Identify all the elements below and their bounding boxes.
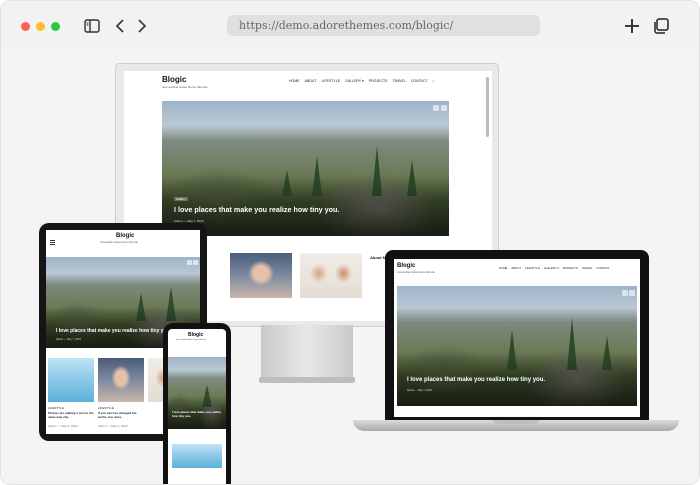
slider-prev-icon[interactable] (433, 105, 439, 111)
hero-category-tag[interactable]: Gallery (174, 197, 188, 201)
hero-title[interactable]: I love places that make you realize how … (56, 328, 171, 334)
site-tagline: Just another Adore Demo Site site (100, 241, 138, 244)
laptop-device: Blogic Just another Adore Demo Site site… (385, 250, 649, 420)
post-thumbnail[interactable] (300, 253, 362, 298)
nav-item-gallery[interactable]: GALLERY ▾ (544, 266, 559, 270)
card-meta: Admin — May 3, 2023 (48, 424, 78, 428)
hero-title[interactable]: I love places that make you realize how … (174, 205, 339, 214)
zoom-window-button[interactable] (51, 22, 60, 31)
post-thumbnail[interactable] (98, 358, 144, 402)
hero-image: I love places that make you realize how … (397, 286, 637, 406)
site-logo: Blogic (188, 332, 204, 338)
hero-meta: Admin — May 7, 2023 (56, 338, 81, 341)
post-thumbnail[interactable] (230, 253, 292, 298)
close-window-button[interactable] (21, 22, 30, 31)
laptop-screen: Blogic Just another Adore Demo Site site… (394, 259, 640, 417)
slider-prev-icon[interactable] (622, 290, 628, 296)
nav-item-travel[interactable]: TRAVEL (582, 266, 593, 270)
hero-meta: Admin — May 7, 2023 (407, 389, 432, 392)
nav-item-lifestyle[interactable]: LIFESTYLE (322, 79, 340, 83)
about-widget-title: About M (370, 255, 386, 260)
address-bar[interactable]: https://demo.adorethemes.com/blogic/ (227, 15, 540, 36)
monitor-base (259, 377, 355, 383)
card-meta: Admin — May 3, 2023 (98, 424, 128, 428)
hero-image: I love places that make you realize how … (168, 357, 226, 429)
site-tagline: Just another Adore Demo Site site (397, 271, 435, 274)
nav-item-home[interactable]: HOME (289, 79, 300, 83)
back-icon[interactable] (109, 15, 131, 37)
page-content: Blogic Just another Adore Demo Site site… (1, 47, 699, 484)
nav-item-gallery[interactable]: GALLERY ▾ (345, 79, 364, 83)
hero-title[interactable]: I love places that make you realize how … (172, 410, 224, 418)
minimize-window-button[interactable] (36, 22, 45, 31)
site-logo: Blogic (162, 75, 187, 84)
nav-item-contact[interactable]: CONTACT (411, 79, 428, 83)
nav-item-projects[interactable]: PROJECTS (369, 79, 388, 83)
menu-icon[interactable] (50, 240, 55, 241)
hero-image: Gallery I love places that make you real… (162, 101, 449, 236)
site-tagline: Just another Adore Demo Site site (176, 339, 207, 341)
site-logo: Blogic (397, 263, 416, 269)
tabs-overview-icon[interactable] (650, 15, 672, 37)
slider-prev-icon[interactable] (187, 260, 192, 265)
site-nav: HOME ABOUT LIFESTYLE GALLERY ▾ PROJECTS … (289, 79, 434, 83)
nav-item-lifestyle[interactable]: LIFESTYLE (525, 266, 540, 270)
sidebar-icon[interactable] (81, 15, 103, 37)
new-tab-icon[interactable] (621, 15, 643, 37)
browser-toolbar: https://demo.adorethemes.com/blogic/ (1, 1, 699, 47)
site-tagline: Just another Adore Demo Site site (162, 85, 208, 89)
card-category: LIFESTYLE (98, 406, 114, 410)
laptop-base (353, 420, 679, 431)
post-thumbnail[interactable] (48, 358, 94, 402)
nav-item-travel[interactable]: TRAVEL (392, 79, 405, 83)
site-nav: HOME ABOUT LIFESTYLE GALLERY ▾ PROJECTS … (499, 266, 610, 270)
card-category: LIFESTYLE (48, 406, 64, 410)
url-text: https://demo.adorethemes.com/blogic/ (239, 19, 454, 32)
nav-item-about[interactable]: ABOUT (511, 266, 521, 270)
phone-screen: Blogic Just another Adore Demo Site site… (168, 329, 226, 484)
nav-item-home[interactable]: HOME (499, 266, 507, 270)
browser-window: https://demo.adorethemes.com/blogic/ Blo… (0, 0, 700, 485)
card-title[interactable]: Phones are making a turn in the same way… (48, 411, 94, 419)
device-mockup-illustration: Blogic Just another Adore Demo Site site… (1, 47, 699, 484)
slider-next-icon[interactable] (441, 105, 447, 111)
card-title[interactable]: If you can't be changed the world, one m… (98, 411, 144, 419)
page-scrollbar[interactable] (486, 77, 489, 137)
slider-next-icon[interactable] (193, 260, 198, 265)
site-logo: Blogic (116, 233, 135, 239)
search-icon[interactable]: ⌕ (432, 79, 434, 83)
forward-icon[interactable] (131, 15, 153, 37)
monitor-stand (261, 325, 353, 383)
hero-title[interactable]: I love places that make you realize how … (407, 377, 545, 383)
phone-device: Blogic Just another Adore Demo Site site… (163, 323, 231, 484)
post-thumbnail[interactable] (172, 444, 222, 468)
nav-item-contact[interactable]: CONTACT (596, 266, 609, 270)
nav-item-projects[interactable]: PROJECTS (563, 266, 578, 270)
nav-item-about[interactable]: ABOUT (305, 79, 317, 83)
slider-next-icon[interactable] (629, 290, 635, 296)
